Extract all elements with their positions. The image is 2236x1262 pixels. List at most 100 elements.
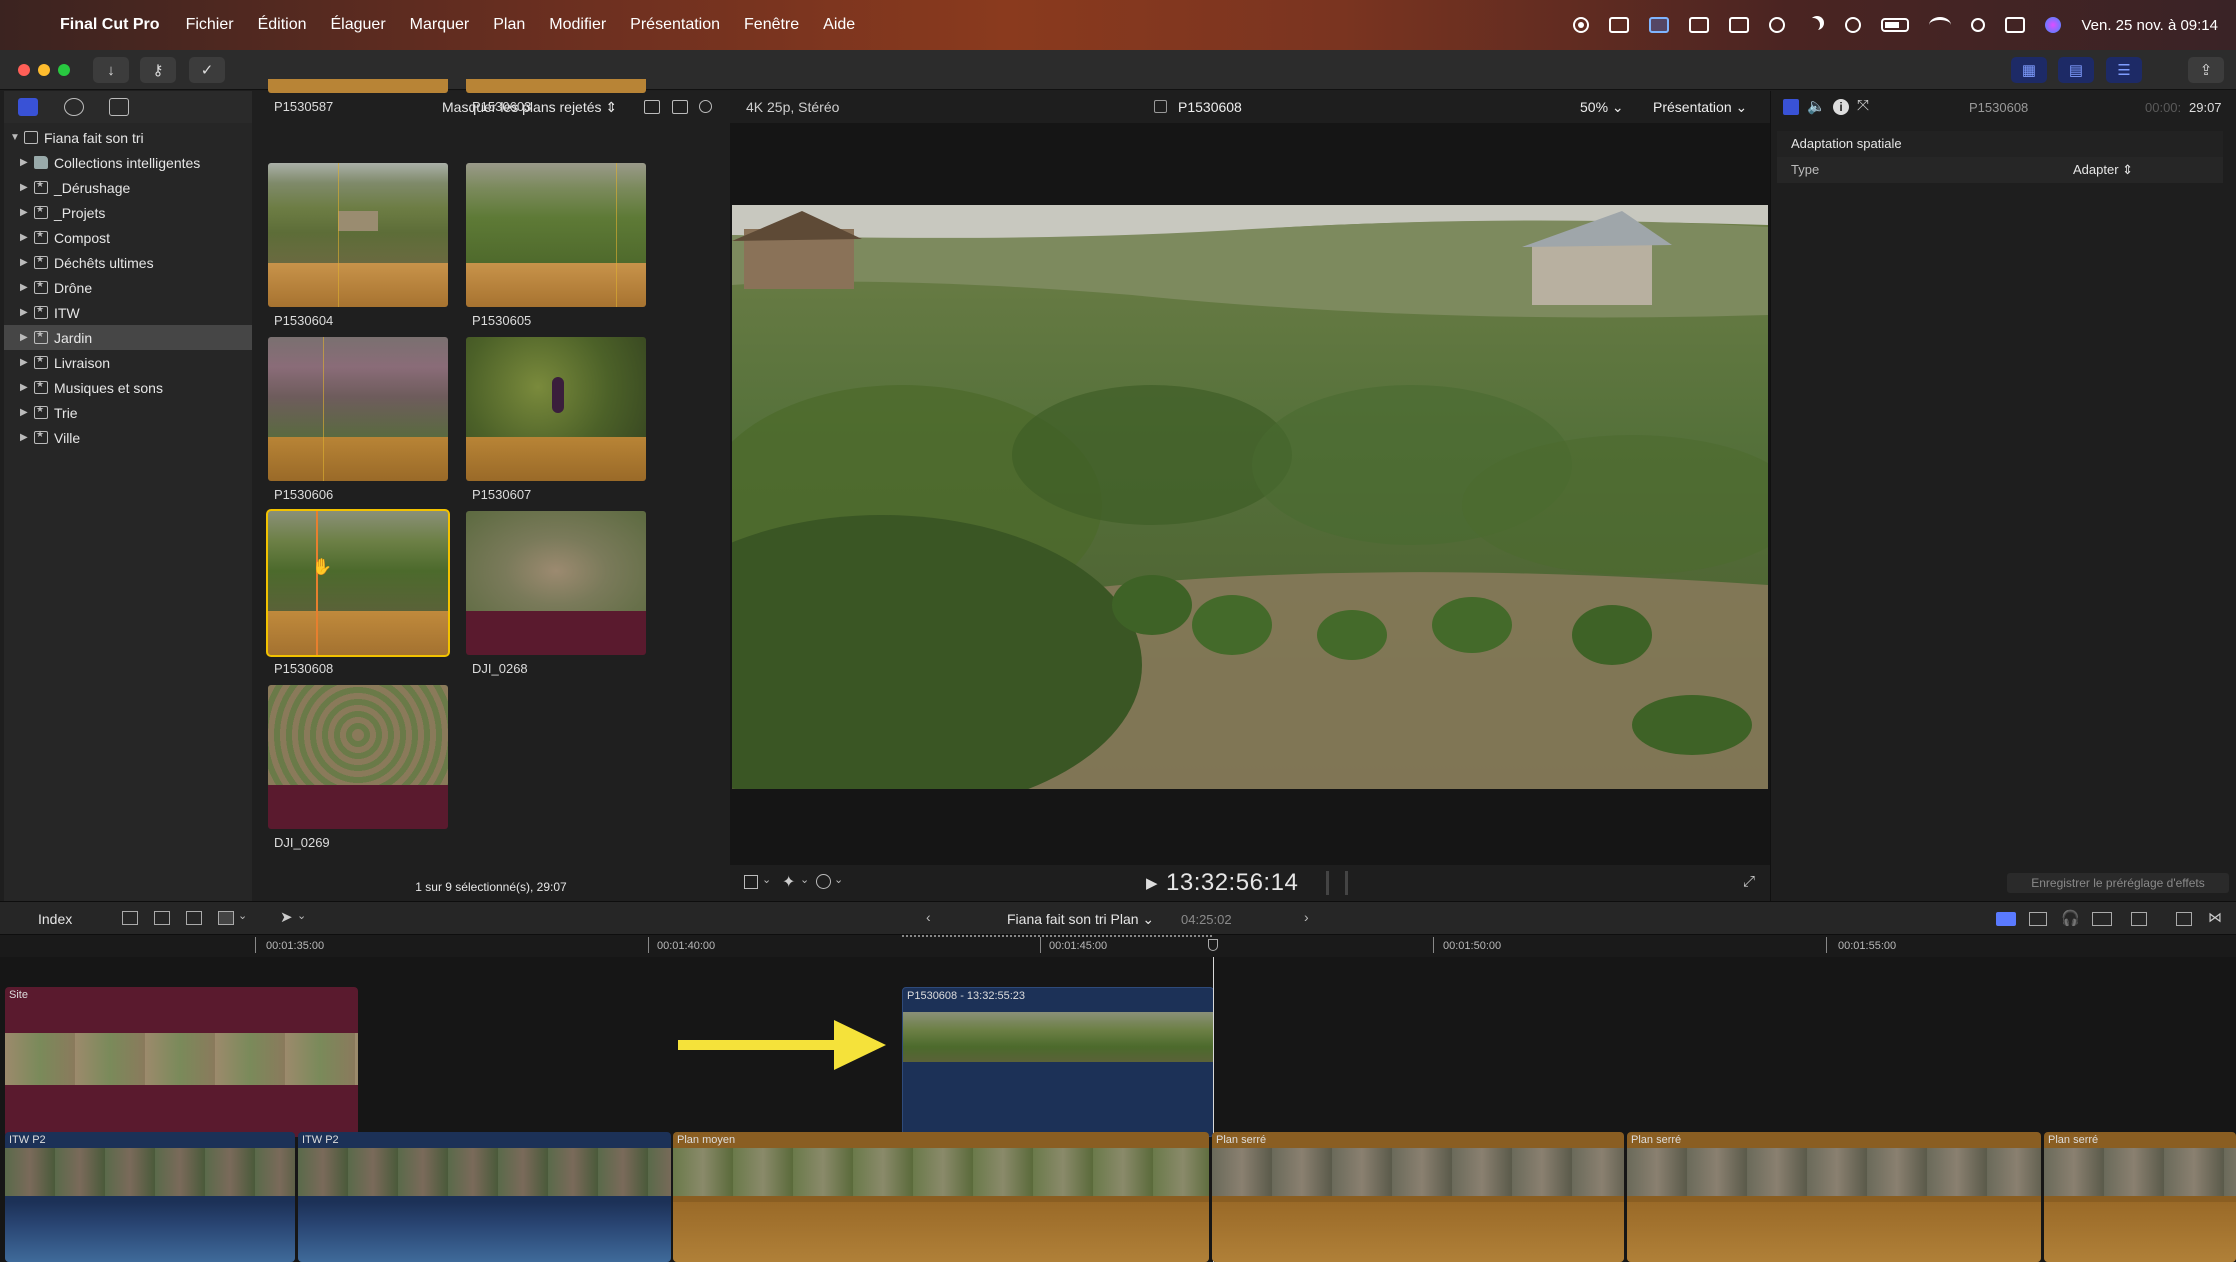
sidebar-item-collections[interactable]: ▶ Collections intelligentes <box>4 150 252 175</box>
transform-icon[interactable] <box>744 875 758 889</box>
sidebar-item-derushage[interactable]: ▶ _Dérushage <box>4 175 252 200</box>
project-name-popup[interactable]: Fiana fait son tri Plan ⌄ <box>1007 911 1154 928</box>
sidebar-item-itw[interactable]: ▶ ITW <box>4 300 252 325</box>
disclosure-right-icon[interactable]: ▶ <box>20 407 30 418</box>
timeline-clip-plan-moyen[interactable]: Plan moyen <box>673 1132 1209 1262</box>
menu-modifier[interactable]: Modifier <box>549 16 606 34</box>
menu-plan[interactable]: Plan <box>493 16 525 34</box>
share-button[interactable]: ⇪ <box>2188 57 2224 83</box>
search-icon[interactable] <box>699 100 712 113</box>
play-circle-icon[interactable] <box>1845 17 1862 33</box>
show-inspector-button[interactable]: ☰ <box>2106 57 2142 83</box>
siri-icon[interactable] <box>2045 17 2062 33</box>
audio-inspector-icon[interactable]: 🔈 <box>1807 97 1826 115</box>
library-root[interactable]: ▼ Fiana fait son tri <box>4 125 252 150</box>
fullscreen-icon[interactable]: ⤢ <box>1743 873 1755 890</box>
sidebar-item-jardin[interactable]: ▶ Jardin <box>4 325 252 350</box>
clip-appearance-icon[interactable] <box>644 100 660 114</box>
disclosure-right-icon[interactable]: ▶ <box>20 157 30 168</box>
close-window-icon[interactable] <box>18 64 30 76</box>
sidebar-item-drone[interactable]: ▶ Drône <box>4 275 252 300</box>
disclosure-right-icon[interactable]: ▶ <box>20 332 30 343</box>
keyboard-icon[interactable] <box>1689 17 1710 33</box>
titles-generators-icon[interactable] <box>109 98 129 116</box>
timeline-clip-plan-serre[interactable]: Plan serré <box>1627 1132 2041 1262</box>
menu-presentation[interactable]: Présentation <box>630 16 720 34</box>
control-center-icon[interactable] <box>2005 17 2026 33</box>
disclosure-right-icon[interactable]: ▶ <box>20 232 30 243</box>
connect-clip-icon[interactable] <box>122 911 138 925</box>
snapping-icon[interactable] <box>2092 912 2112 926</box>
sidebar-item-ville[interactable]: ▶ Ville <box>4 425 252 450</box>
timeline-clip-site[interactable]: Site <box>5 987 358 1137</box>
clip-item[interactable]: P1530605 <box>466 163 646 328</box>
forward-arrow-icon[interactable]: › <box>1304 909 1309 925</box>
overwrite-clip-icon[interactable] <box>218 911 234 925</box>
disclosure-down-icon[interactable]: ▼ <box>10 132 20 143</box>
transitions-browser-icon[interactable]: ⋈ <box>2208 909 2222 926</box>
show-timeline-button[interactable]: ▤ <box>2058 57 2094 83</box>
moon-icon[interactable] <box>1805 16 1825 34</box>
clip-item[interactable]: P1530606 <box>268 337 448 502</box>
clip-item[interactable]: P1530604 <box>268 163 448 328</box>
playhead-handle[interactable] <box>1208 939 1218 951</box>
timeline-clip-plan-serre[interactable]: Plan serré <box>2044 1132 2236 1262</box>
sidebar-item-trie[interactable]: ▶ Trie <box>4 400 252 425</box>
wifi-icon[interactable] <box>1929 17 1952 33</box>
type-popup[interactable]: Adapter ⇕ <box>2073 157 2133 183</box>
timeline-clip-itw-p2[interactable]: ITW P2 <box>298 1132 671 1262</box>
disclosure-right-icon[interactable]: ▶ <box>20 357 30 368</box>
filmstrip-list-icon[interactable] <box>672 100 688 114</box>
save-effects-preset-button[interactable]: Enregistrer le préréglage d'effets <box>2007 873 2229 893</box>
menu-edition[interactable]: Édition <box>258 16 307 34</box>
play-icon[interactable]: ▶ <box>1146 874 1158 892</box>
sidebar-item-projets[interactable]: ▶ _Projets <box>4 200 252 225</box>
audio-skimming-icon[interactable] <box>2029 912 2047 926</box>
zoom-window-icon[interactable] <box>58 64 70 76</box>
menu-elaguer[interactable]: Élaguer <box>331 16 386 34</box>
clip-item[interactable]: DJI_0268 <box>466 511 646 676</box>
disclosure-right-icon[interactable]: ▶ <box>20 207 30 218</box>
photos-audio-icon[interactable] <box>64 98 84 116</box>
timeline-clip-plan-serre[interactable]: Plan serré <box>1212 1132 1624 1262</box>
menu-fichier[interactable]: Fichier <box>186 16 234 34</box>
viewer-presentation-menu[interactable]: Présentation ⌄ <box>1653 99 1747 116</box>
video-inspector-icon[interactable] <box>1783 99 1799 115</box>
effects-browser-icon[interactable] <box>2176 912 2192 926</box>
clip-item[interactable]: DJI_0269 <box>268 685 448 850</box>
time-machine-icon[interactable] <box>1769 17 1786 33</box>
chevron-down-icon[interactable]: ⌄ <box>297 909 306 922</box>
import-button[interactable]: ↓ <box>93 57 129 83</box>
libraries-icon[interactable] <box>18 98 38 116</box>
record-icon[interactable] <box>1573 17 1590 33</box>
document-icon[interactable] <box>1649 17 1670 33</box>
sidebar-item-musiques[interactable]: ▶ Musiques et sons <box>4 375 252 400</box>
keywords-button[interactable]: ⚷ <box>140 57 176 83</box>
spatial-conform-section[interactable]: Adaptation spatiale <box>1777 131 2223 157</box>
disclosure-right-icon[interactable]: ▶ <box>20 307 30 318</box>
menu-aide[interactable]: Aide <box>823 16 855 34</box>
chevron-down-icon[interactable]: ⌄ <box>834 873 843 886</box>
clip-item[interactable]: P1530587 <box>268 79 448 114</box>
background-tasks-button[interactable]: ✓ <box>189 57 225 83</box>
insert-clip-icon[interactable] <box>154 911 170 925</box>
clip-item[interactable]: P1530607 <box>466 337 646 502</box>
sidebar-item-livraison[interactable]: ▶ Livraison <box>4 350 252 375</box>
clip-appearance-icon[interactable] <box>2131 912 2147 926</box>
index-button[interactable]: Index <box>38 911 72 927</box>
back-arrow-icon[interactable]: ‹ <box>926 909 931 925</box>
minimize-window-icon[interactable] <box>38 64 50 76</box>
chevron-down-icon[interactable]: ⌄ <box>762 873 771 886</box>
timeline-clip-itw-p2[interactable]: ITW P2 <box>5 1132 295 1262</box>
viewer-video-frame[interactable] <box>732 205 1768 789</box>
disclosure-right-icon[interactable]: ▶ <box>20 257 30 268</box>
headphones-icon[interactable]: 🎧 <box>2061 909 2080 927</box>
zoom-popup[interactable]: 50% ⌄ <box>1580 99 1624 116</box>
spotlight-search-icon[interactable] <box>1971 18 1986 32</box>
menu-clock[interactable]: Ven. 25 nov. à 09:14 <box>2081 17 2218 34</box>
chevron-down-icon[interactable]: ⌄ <box>800 873 809 886</box>
menu-marquer[interactable]: Marquer <box>410 16 470 34</box>
disclosure-right-icon[interactable]: ▶ <box>20 382 30 393</box>
disclosure-right-icon[interactable]: ▶ <box>20 182 30 193</box>
sidebar-item-dechets[interactable]: ▶ Déchêts ultimes <box>4 250 252 275</box>
